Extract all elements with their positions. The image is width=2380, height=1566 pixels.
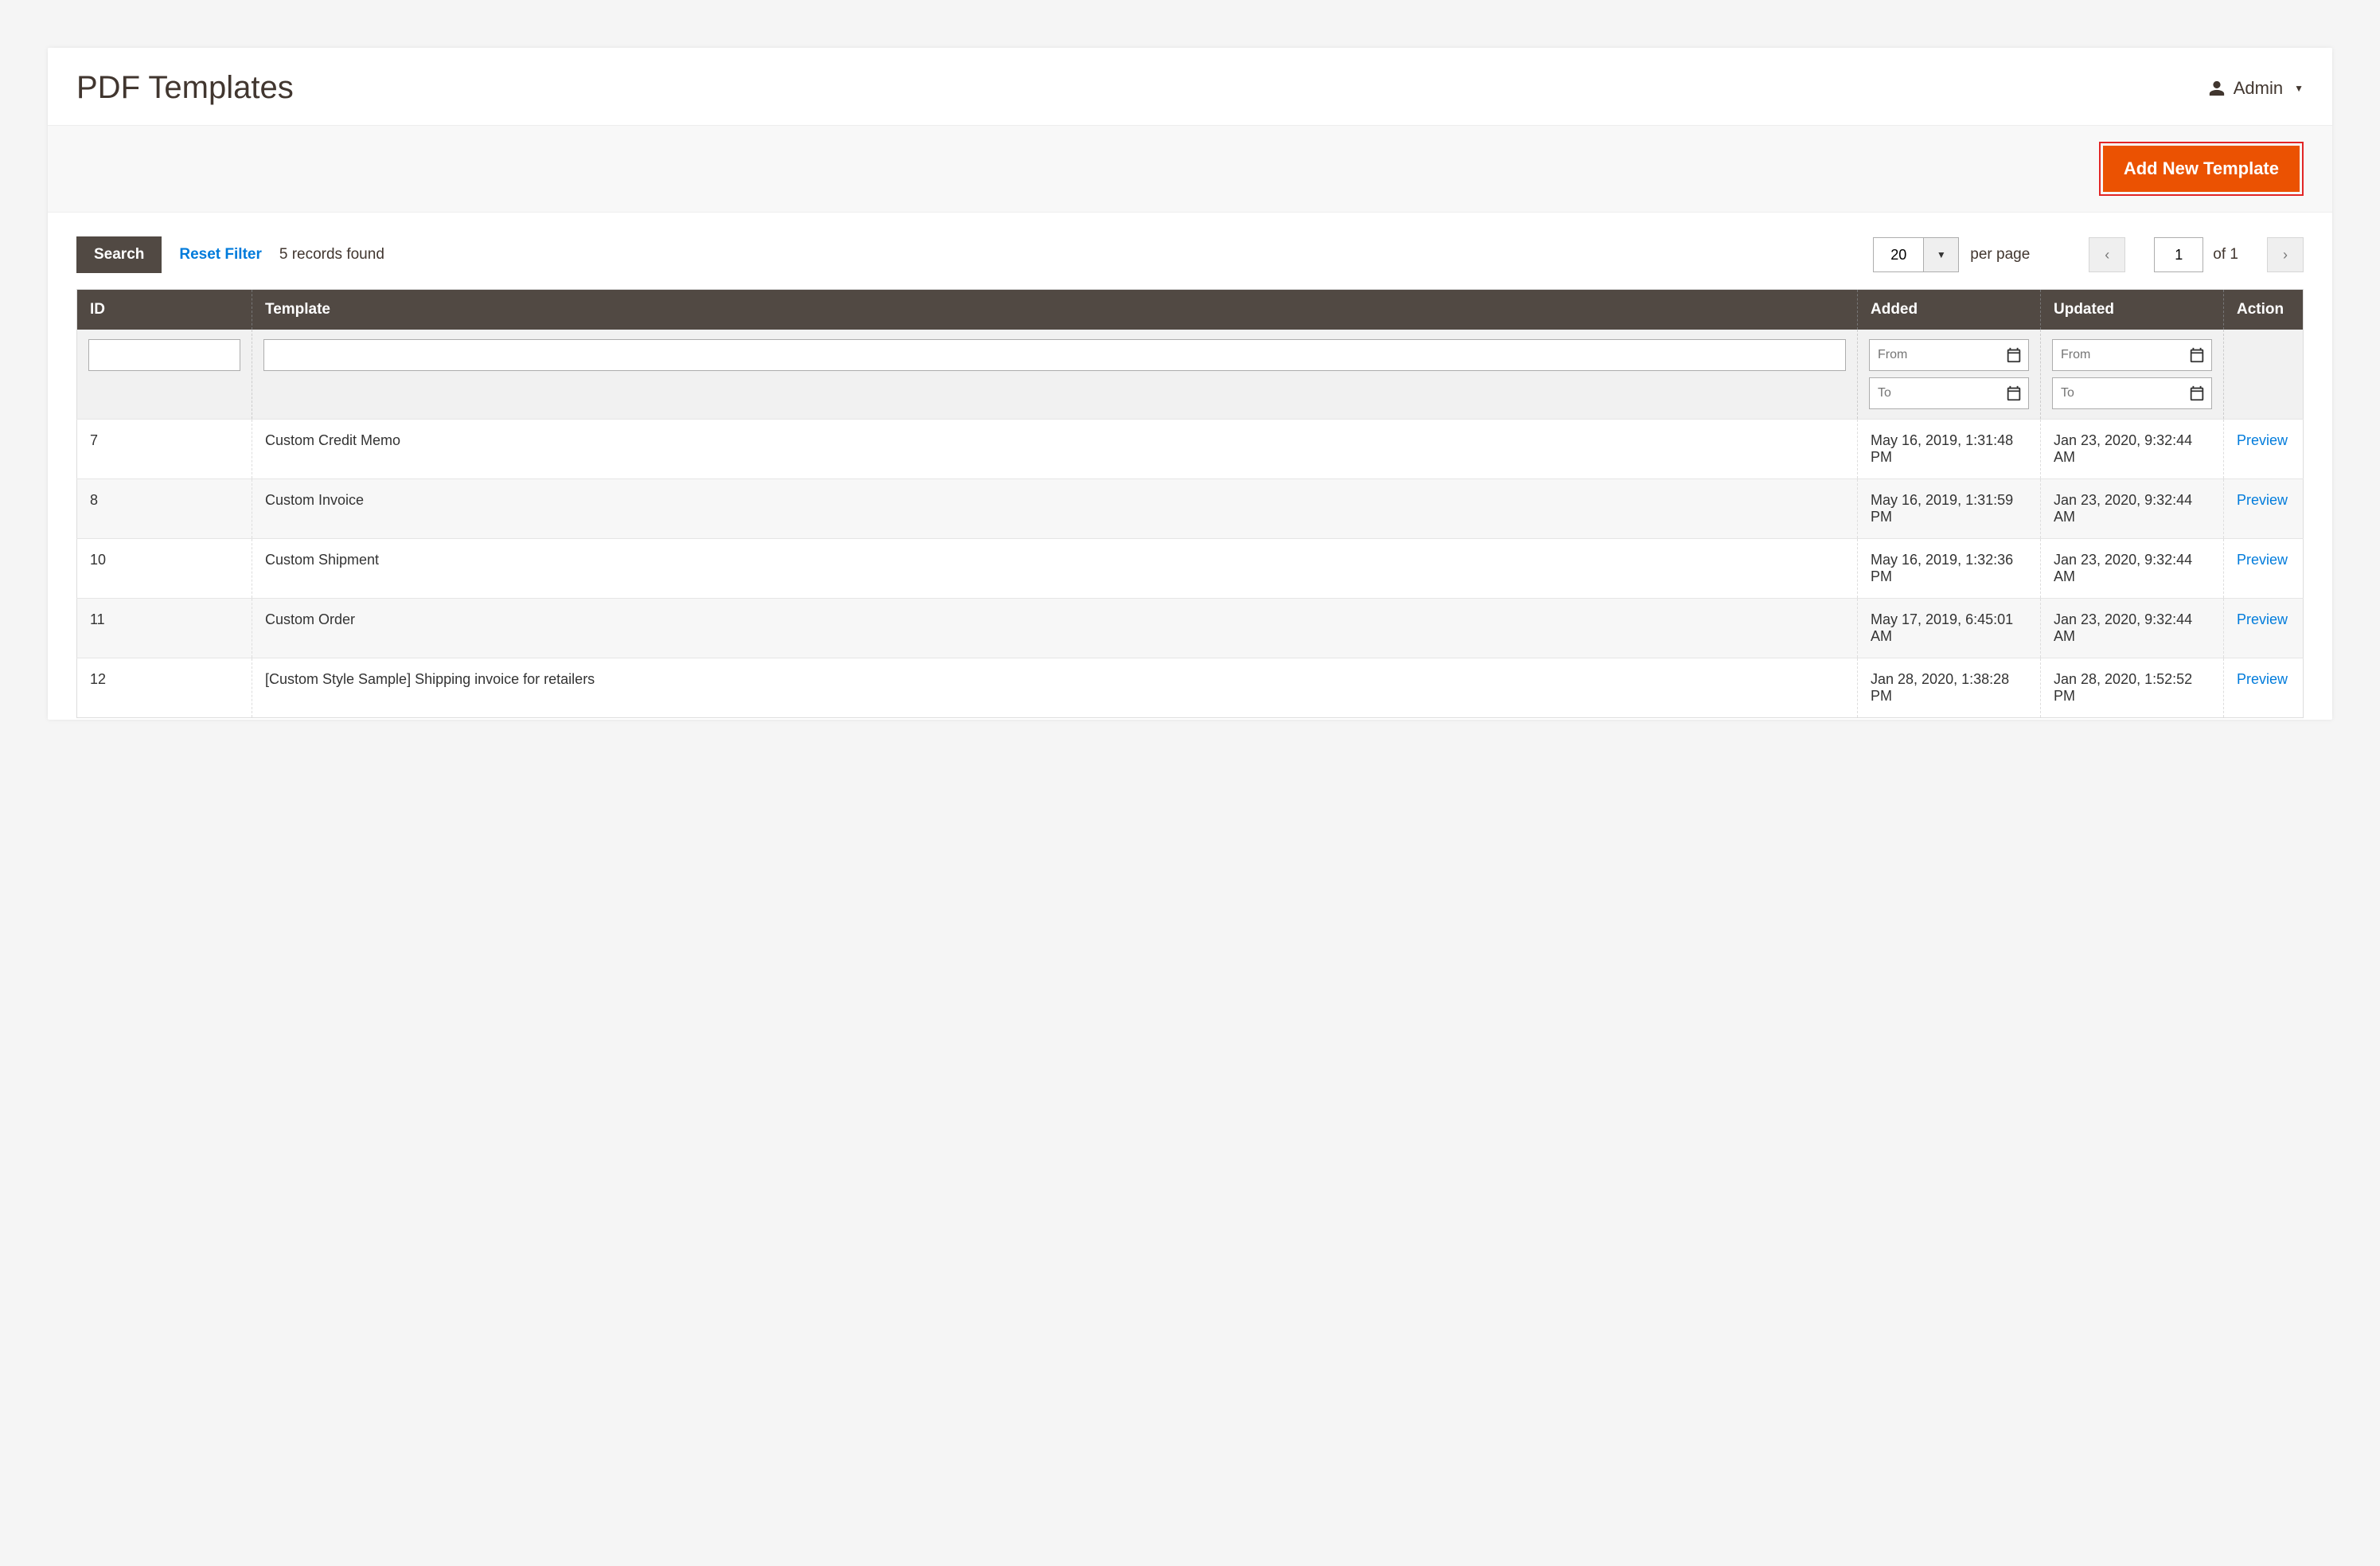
- per-page-label: per page: [1970, 246, 2030, 264]
- col-header-id[interactable]: ID: [77, 290, 252, 330]
- cell-id: 12: [77, 658, 252, 718]
- grid-header-row: ID Template Added Updated Action: [77, 290, 2304, 330]
- per-page-input[interactable]: [1873, 237, 1924, 272]
- col-header-added[interactable]: Added: [1858, 290, 2041, 330]
- table-row[interactable]: 8Custom InvoiceMay 16, 2019, 1:31:59 PMJ…: [77, 479, 2304, 539]
- page-input[interactable]: [2154, 237, 2203, 272]
- prev-page-button[interactable]: ‹: [2089, 237, 2125, 272]
- caret-down-icon: ▼: [2294, 83, 2304, 94]
- per-page-dropdown-button[interactable]: ▼: [1924, 237, 1959, 272]
- filter-template-input[interactable]: [263, 339, 1846, 371]
- cell-template: Custom Credit Memo: [252, 420, 1858, 479]
- cell-added: Jan 28, 2020, 1:38:28 PM: [1858, 658, 2041, 718]
- calendar-icon[interactable]: [2188, 346, 2206, 364]
- filter-id-input[interactable]: [88, 339, 240, 371]
- cell-template: Custom Shipment: [252, 539, 1858, 599]
- page-header: PDF Templates Admin ▼: [48, 48, 2332, 125]
- calendar-icon[interactable]: [2005, 346, 2023, 364]
- search-button[interactable]: Search: [76, 236, 162, 273]
- add-button-highlight: Add New Template: [2099, 142, 2304, 196]
- cell-added: May 17, 2019, 6:45:01 AM: [1858, 599, 2041, 658]
- grid-controls: Search Reset Filter 5 records found ▼ pe…: [48, 213, 2332, 289]
- table-row[interactable]: 11Custom OrderMay 17, 2019, 6:45:01 AMJa…: [77, 599, 2304, 658]
- toolbar: Add New Template: [48, 125, 2332, 213]
- next-page-button[interactable]: ›: [2267, 237, 2304, 272]
- cell-updated: Jan 23, 2020, 9:32:44 AM: [2041, 479, 2224, 539]
- chevron-right-icon: ›: [2283, 247, 2288, 264]
- cell-added: May 16, 2019, 1:31:48 PM: [1858, 420, 2041, 479]
- preview-link[interactable]: Preview: [2237, 492, 2288, 508]
- account-menu[interactable]: Admin ▼: [2208, 78, 2304, 99]
- col-header-template[interactable]: Template: [252, 290, 1858, 330]
- preview-link[interactable]: Preview: [2237, 432, 2288, 448]
- cell-updated: Jan 23, 2020, 9:32:44 AM: [2041, 539, 2224, 599]
- page-card: PDF Templates Admin ▼ Add New Template S…: [48, 48, 2332, 720]
- page-of-label: of 1: [2213, 246, 2238, 264]
- cell-updated: Jan 28, 2020, 1:52:52 PM: [2041, 658, 2224, 718]
- preview-link[interactable]: Preview: [2237, 671, 2288, 687]
- calendar-icon[interactable]: [2188, 385, 2206, 402]
- table-row[interactable]: 10Custom ShipmentMay 16, 2019, 1:32:36 P…: [77, 539, 2304, 599]
- cell-template: Custom Invoice: [252, 479, 1858, 539]
- cell-template: Custom Order: [252, 599, 1858, 658]
- cell-id: 11: [77, 599, 252, 658]
- templates-grid: ID Template Added Updated Action: [76, 289, 2304, 718]
- account-name: Admin: [2234, 78, 2283, 99]
- chevron-left-icon: ‹: [2105, 247, 2109, 264]
- cell-updated: Jan 23, 2020, 9:32:44 AM: [2041, 420, 2224, 479]
- col-header-updated[interactable]: Updated: [2041, 290, 2224, 330]
- cell-id: 7: [77, 420, 252, 479]
- cell-added: May 16, 2019, 1:31:59 PM: [1858, 479, 2041, 539]
- cell-template: [Custom Style Sample] Shipping invoice f…: [252, 658, 1858, 718]
- cell-added: May 16, 2019, 1:32:36 PM: [1858, 539, 2041, 599]
- grid-filter-row: [77, 330, 2304, 420]
- table-row[interactable]: 12[Custom Style Sample] Shipping invoice…: [77, 658, 2304, 718]
- calendar-icon[interactable]: [2005, 385, 2023, 402]
- reset-filter-link[interactable]: Reset Filter: [179, 246, 261, 264]
- cell-updated: Jan 23, 2020, 9:32:44 AM: [2041, 599, 2224, 658]
- table-row[interactable]: 7Custom Credit MemoMay 16, 2019, 1:31:48…: [77, 420, 2304, 479]
- grid-body: 7Custom Credit MemoMay 16, 2019, 1:31:48…: [77, 420, 2304, 718]
- preview-link[interactable]: Preview: [2237, 552, 2288, 568]
- per-page-group: ▼ per page: [1873, 237, 2030, 272]
- user-icon: [2208, 80, 2226, 97]
- records-found-label: 5 records found: [279, 246, 384, 264]
- page-title: PDF Templates: [76, 70, 294, 106]
- cell-id: 8: [77, 479, 252, 539]
- preview-link[interactable]: Preview: [2237, 611, 2288, 627]
- cell-id: 10: [77, 539, 252, 599]
- add-new-template-button[interactable]: Add New Template: [2103, 146, 2300, 192]
- col-header-action: Action: [2224, 290, 2304, 330]
